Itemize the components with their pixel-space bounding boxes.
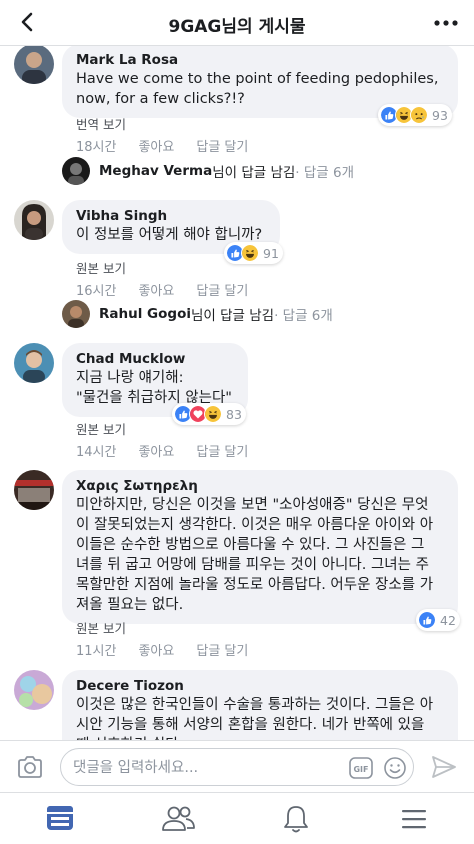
comment-text: 이것은 많은 한국인들이 수술을 통과하는 것이다. 그들은 아 시안 기능을 …: [76, 697, 434, 740]
comment-text: 미안하지만, 당신은 이것을 보면 "소아성애증" 당신은 무엇 이 잘못되었는…: [76, 497, 434, 613]
commenter-name[interactable]: Mark La Rosa: [76, 51, 446, 69]
haha-reaction-icon: [204, 405, 222, 423]
gif-label: GIF: [353, 765, 368, 774]
avatar: [62, 157, 90, 185]
comment-actions: 18시간 좋아요 답글 달기: [76, 136, 270, 155]
reply-count: · 답글 6개: [274, 308, 333, 324]
commenter-name[interactable]: Decere Tiozon: [76, 677, 446, 695]
reaction-count: 91: [263, 245, 279, 261]
menu-icon[interactable]: [396, 803, 432, 835]
see-original-link[interactable]: 원본 보기: [76, 618, 126, 637]
notifications-bell-icon[interactable]: [278, 803, 314, 835]
comment-actions: 11시간 좋아요 답글 달기: [76, 640, 270, 659]
like-button[interactable]: 좋아요: [138, 280, 174, 299]
reaction-count: 42: [440, 612, 456, 628]
comment-bubble[interactable]: Χαρις Σωτηρελη 미안하지만, 당신은 이것을 보면 "소아성애증"…: [62, 470, 458, 624]
see-original-link[interactable]: 원본 보기: [76, 419, 126, 438]
news-feed-icon[interactable]: [42, 803, 78, 835]
reply-summary[interactable]: Meghav Verma 님이 답글 남김 · 답글 6개: [62, 157, 354, 185]
reply-count: · 답글 6개: [295, 165, 355, 181]
avatar[interactable]: [14, 670, 54, 710]
avatar[interactable]: [14, 200, 54, 240]
reply-author-suffix: 님이 답글 남김: [212, 165, 296, 181]
send-icon[interactable]: [430, 754, 458, 780]
like-button[interactable]: 좋아요: [138, 640, 174, 659]
comment-time: 18시간: [76, 140, 117, 155]
gif-icon[interactable]: GIF: [349, 757, 373, 779]
see-original-link[interactable]: 원본 보기: [76, 258, 126, 277]
reply-summary[interactable]: Rahul Gogoi 님이 답글 남김 · 답글 6개: [62, 300, 333, 328]
commenter-name[interactable]: Χαρις Σωτηρελη: [76, 477, 446, 495]
reaction-summary[interactable]: 83: [172, 403, 246, 425]
avatar[interactable]: [14, 46, 54, 84]
like-button[interactable]: 좋아요: [138, 441, 174, 460]
comment-text: Have we come to the point of feeding ped…: [76, 71, 439, 107]
reply-author-name[interactable]: Meghav Verma: [99, 163, 212, 179]
emoji-icon[interactable]: [383, 756, 407, 780]
comment-actions: 14시간 좋아요 답글 달기: [76, 441, 270, 460]
comment-time: 14시간: [76, 445, 117, 460]
commenter-name[interactable]: Chad Mucklow: [76, 350, 236, 368]
commenter-name[interactable]: Vibha Singh: [76, 207, 268, 225]
comment-time: 11시간: [76, 644, 117, 659]
haha-reaction-icon: [241, 244, 259, 262]
more-dots-icon[interactable]: [432, 10, 460, 36]
avatar[interactable]: [14, 343, 54, 383]
like-button[interactable]: 좋아요: [138, 136, 174, 155]
reply-button[interactable]: 답글 달기: [196, 136, 248, 155]
page-title: 9GAG님의 게시물: [168, 17, 306, 37]
reaction-summary[interactable]: 91: [224, 242, 283, 264]
reply-author-suffix: 님이 답글 남김: [190, 308, 275, 324]
comment-text: 지금 나랑 얘기해: "물건을 취급하지 않는다": [76, 370, 232, 406]
reaction-summary[interactable]: 93: [378, 104, 452, 126]
avatar[interactable]: [14, 470, 54, 510]
reply-button[interactable]: 답글 달기: [196, 640, 248, 659]
reply-button[interactable]: 답글 달기: [196, 441, 248, 460]
post-header: 9GAG님의 게시물: [0, 0, 474, 46]
reaction-count: 83: [226, 406, 242, 422]
reaction-count: 93: [432, 107, 448, 123]
comment-input-wrapper: GIF: [60, 748, 414, 786]
see-translation-link[interactable]: 번역 보기: [76, 114, 126, 133]
camera-icon[interactable]: [16, 754, 44, 780]
comment-time: 16시간: [76, 284, 117, 299]
comment-input[interactable]: [73, 757, 343, 779]
comment-composer: GIF: [0, 740, 474, 792]
like-reaction-icon: [418, 611, 436, 629]
sad-reaction-icon: [410, 106, 428, 124]
comment-actions: 16시간 좋아요 답글 달기: [76, 280, 270, 299]
bottom-tab-bar: [0, 792, 474, 844]
avatar: [62, 300, 90, 328]
reply-author-name[interactable]: Rahul Gogoi: [99, 306, 191, 322]
comments-feed[interactable]: Mark La Rosa Have we come to the point o…: [0, 46, 474, 740]
reaction-summary[interactable]: 42: [416, 609, 460, 631]
friends-icon[interactable]: [160, 803, 196, 835]
reply-button[interactable]: 답글 달기: [196, 280, 248, 299]
comment-bubble[interactable]: Decere Tiozon 이것은 많은 한국인들이 수술을 통과하는 것이다.…: [62, 670, 458, 740]
